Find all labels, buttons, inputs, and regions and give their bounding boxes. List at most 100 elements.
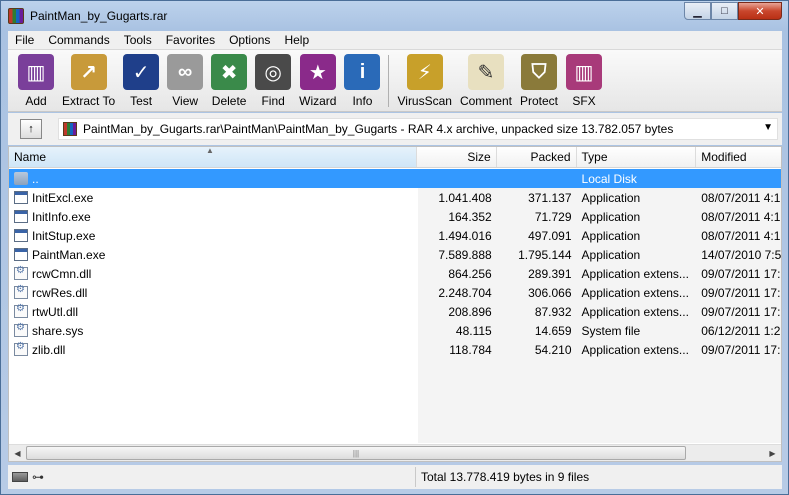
comment-label: Comment xyxy=(459,94,512,108)
column-header-type[interactable]: Type xyxy=(577,147,697,167)
dll-file-icon xyxy=(14,341,28,356)
up-one-level-button[interactable]: ↑ xyxy=(20,119,42,139)
file-name-cell: PaintMan.exe xyxy=(9,245,417,264)
virusscan-label: VirusScan xyxy=(397,94,452,108)
window-controls: ▁ □ ✕ xyxy=(684,2,782,20)
extract-to-button[interactable]: ↗ Extract To xyxy=(62,50,115,110)
sys-file-icon xyxy=(14,322,28,337)
file-type-cell: System file xyxy=(581,323,641,338)
file-name-cell: zlib.dll xyxy=(9,340,417,359)
status-bar: ⊶ Total 13.778.419 bytes in 9 files xyxy=(8,465,782,489)
winrar-app-icon xyxy=(8,8,24,24)
column-header-modified[interactable]: Modified xyxy=(696,147,781,167)
column-name-label: Name xyxy=(14,150,47,164)
protect-label: Protect xyxy=(519,94,558,108)
comment-icon: ✎ xyxy=(467,54,504,90)
table-row[interactable]: zlib.dll 118.784 54.210 Application exte… xyxy=(9,340,781,359)
drive-icon[interactable] xyxy=(12,472,28,482)
horizontal-scrollbar[interactable]: ◀ ||| ▶ xyxy=(9,444,781,461)
trash-icon: ✖ xyxy=(211,54,248,90)
file-packed-cell: 497.091 xyxy=(528,228,572,243)
table-row[interactable]: share.sys 48.115 14.659 System file 06/1… xyxy=(9,321,781,340)
minimize-button[interactable]: ▁ xyxy=(684,2,711,20)
file-type-cell: Application xyxy=(581,190,641,205)
winrar-window: PaintMan_by_Gugarts.rar ▁ □ ✕ File Comma… xyxy=(0,0,789,495)
test-button[interactable]: ✓ Test xyxy=(123,50,160,110)
file-packed-cell: 54.210 xyxy=(534,342,572,357)
find-label: Find xyxy=(261,94,285,108)
address-bar: ↑ PaintMan_by_Gugarts.rar\PaintMan\Paint… xyxy=(8,113,782,145)
file-size-cell: 118.784 xyxy=(449,342,492,357)
exe-file-icon xyxy=(14,248,28,261)
file-type-cell: Application xyxy=(581,228,641,243)
menu-bar: File Commands Tools Favorites Options He… xyxy=(8,31,782,50)
key-icon[interactable]: ⊶ xyxy=(32,470,44,484)
scrollbar-thumb[interactable]: ||| xyxy=(26,446,686,460)
menu-file[interactable]: File xyxy=(8,33,41,47)
protect-button[interactable]: ⛉ Protect xyxy=(520,50,558,110)
menu-options[interactable]: Options xyxy=(222,33,277,47)
menu-commands[interactable]: Commands xyxy=(41,33,116,47)
file-size-cell: 2.248.704 xyxy=(438,285,492,300)
file-modified-cell xyxy=(696,169,781,188)
table-row[interactable]: rcwRes.dll 2.248.704 306.066 Application… xyxy=(9,283,781,302)
virusscan-button[interactable]: ⚡ VirusScan xyxy=(397,50,452,110)
scroll-right-icon[interactable]: ▶ xyxy=(764,445,781,461)
table-row[interactable]: InitInfo.exe 164.352 71.729 Application … xyxy=(9,207,781,226)
view-label: View xyxy=(172,94,199,108)
find-button[interactable]: ◎ Find xyxy=(255,50,292,110)
file-modified-cell: 09/07/2011 17: xyxy=(701,285,781,300)
status-icons: ⊶ xyxy=(8,467,416,487)
info-button[interactable]: i Info xyxy=(344,50,381,110)
file-name-cell: InitInfo.exe xyxy=(9,207,417,226)
file-packed-cell: 306.066 xyxy=(528,285,572,300)
column-header-name[interactable]: Name ▲ xyxy=(9,147,417,167)
comment-button[interactable]: ✎ Comment xyxy=(460,50,512,110)
maximize-button[interactable]: □ xyxy=(711,2,738,20)
menu-tools[interactable]: Tools xyxy=(117,33,159,47)
shield-icon: ⛉ xyxy=(520,54,557,90)
file-type-cell: Application extens... xyxy=(581,304,689,319)
file-packed-cell: 1.795.144 xyxy=(518,247,572,262)
table-row[interactable]: .. Local Disk xyxy=(9,169,781,188)
file-size-cell: 864.256 xyxy=(448,266,492,281)
book-check-icon: ✓ xyxy=(123,54,160,90)
table-row[interactable]: PaintMan.exe 7.589.888 1.795.144 Applica… xyxy=(9,245,781,264)
folder-extract-icon: ↗ xyxy=(70,54,107,90)
menu-help[interactable]: Help xyxy=(277,33,316,47)
file-modified-cell: 06/12/2011 1:2 xyxy=(701,323,781,338)
add-button[interactable]: ▥ Add xyxy=(18,50,54,110)
close-button[interactable]: ✕ xyxy=(738,2,782,20)
exe-file-icon xyxy=(14,210,28,223)
sort-ascending-icon: ▲ xyxy=(206,147,214,155)
file-size-cell xyxy=(416,169,497,188)
wizard-button[interactable]: ★ Wizard xyxy=(299,50,336,110)
column-header-size[interactable]: Size xyxy=(417,147,497,167)
menu-favorites[interactable]: Favorites xyxy=(159,33,222,47)
table-row[interactable]: rtwUtl.dll 208.896 87.932 Application ex… xyxy=(9,302,781,321)
file-size-cell: 164.352 xyxy=(448,209,492,224)
file-packed-cell xyxy=(496,169,577,188)
table-row[interactable]: InitExcl.exe 1.041.408 371.137 Applicati… xyxy=(9,188,781,207)
toolbar-separator xyxy=(388,55,390,107)
rar-archive-icon xyxy=(63,122,77,136)
scroll-left-icon[interactable]: ◀ xyxy=(9,445,26,461)
file-list: Name ▲ Size Packed Type Modified .. Loca… xyxy=(8,146,782,462)
file-name-cell: rtwUtl.dll xyxy=(9,302,417,321)
delete-button[interactable]: ✖ Delete xyxy=(211,50,248,110)
column-header-packed[interactable]: Packed xyxy=(497,147,577,167)
info-label: Info xyxy=(352,94,373,108)
sfx-button[interactable]: ▥ SFX xyxy=(566,50,602,110)
path-combobox[interactable]: PaintMan_by_Gugarts.rar\PaintMan\PaintMa… xyxy=(58,118,778,140)
title-bar[interactable]: PaintMan_by_Gugarts.rar ▁ □ ✕ xyxy=(1,1,788,31)
table-row[interactable]: rcwCmn.dll 864.256 289.391 Application e… xyxy=(9,264,781,283)
file-name-cell: share.sys xyxy=(9,321,417,340)
view-button[interactable]: ∞ View xyxy=(167,50,204,110)
chevron-down-icon[interactable]: ▼ xyxy=(763,122,773,133)
file-type-cell: Application extens... xyxy=(581,342,689,357)
test-label: Test xyxy=(130,94,153,108)
table-row[interactable]: InitStup.exe 1.494.016 497.091 Applicati… xyxy=(9,226,781,245)
extract-to-label: Extract To xyxy=(62,94,116,108)
sfx-label: SFX xyxy=(572,94,596,108)
file-list-header: Name ▲ Size Packed Type Modified xyxy=(9,147,781,168)
